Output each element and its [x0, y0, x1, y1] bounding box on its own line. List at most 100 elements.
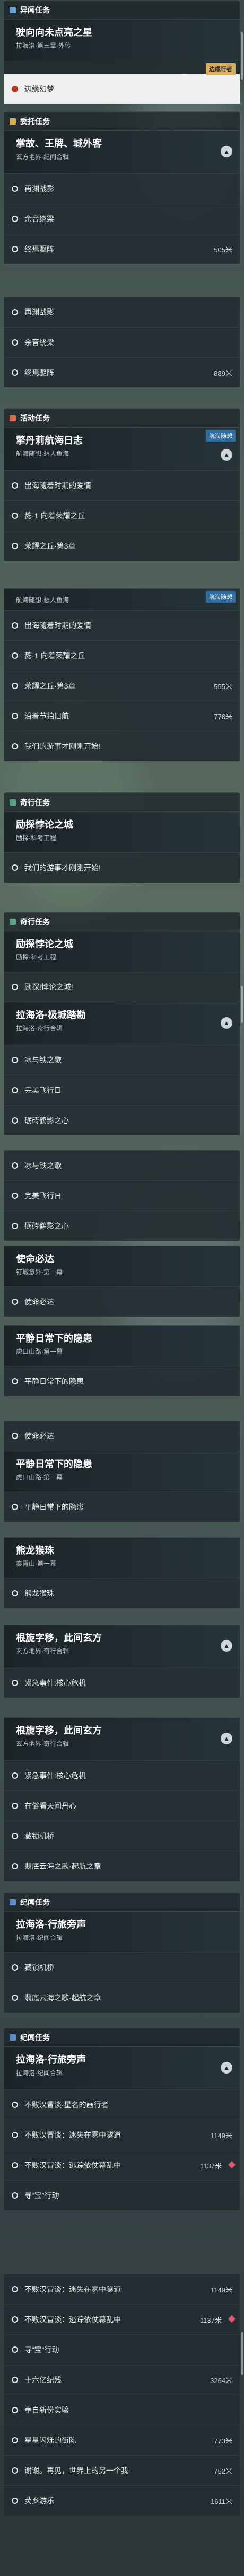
section-title: 奇行任务	[20, 918, 50, 926]
quest-group: 熊龙猴珠 秦青山·第一幕 熊龙猴珠	[4, 1537, 240, 1608]
quest-card[interactable]: 掌故、王牌、城外客 玄方地界·纪闻合辑 ▲	[4, 130, 240, 173]
objective-row[interactable]: 不败汉冒谈：逃踪依仗幕乱中 1137米	[4, 2304, 240, 2334]
objective-row[interactable]: 紧急事件:核心危机	[4, 1760, 240, 1790]
quest-card[interactable]: 使命必达 钉城意外·第一幕	[4, 1246, 240, 1286]
objective-dot-icon	[12, 2437, 18, 2443]
objective-row[interactable]: 紧急事件:核心危机	[4, 1668, 240, 1698]
objective-label: 砺砖鹤影之心	[24, 1116, 69, 1125]
objective-row[interactable]: 谢谢。再见，世界上的另一个我 752米	[4, 2455, 240, 2485]
objective-row[interactable]: 不败汉冒谈：迷失在雾中隧道 1149米	[4, 2274, 240, 2304]
objective-row[interactable]: 冰与铁之歌	[4, 1045, 240, 1075]
objective-distance: 1149米	[211, 2286, 232, 2294]
objective-row[interactable]: 荣耀之丘·第3章 555米	[4, 671, 240, 701]
section-chronicle-quests-expanded: 纪闻任务 拉海洛·行旅旁声 拉海洛·纪闻合辑 ▲ 不败汉冒谈·星名的画行者 不败…	[4, 2027, 240, 2210]
quest-card[interactable]: 熊龙猴珠 秦青山·第一幕	[4, 1537, 240, 1578]
quest-card[interactable]: 擎丹莉航海日志 航海随想·愁人鱼海 航海随想 ▲	[4, 427, 240, 470]
quest-card[interactable]: 平静日常下的隐患 虎口山路·第一幕	[4, 1451, 240, 1492]
objective-list: 航海随想·愁人鱼海 航海随想 出海随着时期的爱情 懿·1 向着荣耀之丘 荣耀之丘…	[4, 588, 240, 761]
objective-distance: 505米	[214, 245, 232, 254]
collapse-chevron-icon[interactable]: ▲	[221, 1017, 232, 1029]
quest-card[interactable]: 根旋字移，此间玄方 玄方地界·奇行合辑 ▲	[4, 1625, 240, 1668]
objective-row[interactable]: 我们的游事才刚刚开始!	[4, 731, 240, 761]
scrollbar[interactable]	[241, 2332, 243, 2375]
quest-group: 平静日常下的隐患 虎口山路·第一幕 平静日常下的隐患	[4, 1325, 240, 1396]
objective-row[interactable]: 翡底云海之歌·起航之章	[4, 1982, 240, 2013]
objective-dot-icon	[12, 86, 18, 92]
quest-subtitle: 航海随想·愁人鱼海	[16, 596, 69, 604]
objective-row[interactable]: 藏锁机桥	[4, 1821, 240, 1851]
objective-dot-icon	[12, 713, 18, 719]
objective-row[interactable]: 藏锁机桥	[4, 1952, 240, 1982]
quest-card[interactable]: 励探悖论之城 励探·科考工程	[4, 811, 240, 852]
collapse-chevron-icon[interactable]: ▲	[221, 449, 232, 461]
objective-row[interactable]: 出海随着时期的爱情	[4, 470, 240, 500]
section-header: 纪闻任务	[4, 2027, 240, 2046]
collapse-chevron-icon[interactable]: ▲	[221, 146, 232, 157]
objective-row[interactable]: 熊龙猴珠	[4, 1578, 240, 1608]
objective-dot-icon	[12, 543, 18, 549]
objective-row[interactable]: 平静日常下的隐患	[4, 1492, 240, 1522]
objective-row[interactable]: 余音绕梁	[4, 327, 240, 357]
quest-card[interactable]: 航海随想·愁人鱼海 航海随想	[4, 588, 240, 610]
section-oddity-quests-expanded: 奇行任务 励探悖论之城 励探·科考工程 励探!悖论之城! 拉海洛·极城踏勘 拉海…	[4, 912, 240, 1135]
objective-row[interactable]: 不败汉冒谈·星名的画行者	[4, 2089, 240, 2120]
objective-row[interactable]: 荧乡游乐 1611米	[4, 2485, 240, 2516]
quest-card[interactable]: 根旋字移，此间玄方 玄方地界·奇行合辑 ▲	[4, 1717, 240, 1760]
objective-row[interactable]: 十六亿纪残 3264米	[4, 2365, 240, 2395]
objective-row[interactable]: 不败汉冒谈：逃踪依仗幕乱中 1137米	[4, 2150, 240, 2180]
section-title: 异闻任务	[20, 6, 50, 14]
objective-row[interactable]: 终焉驱阵 889米	[4, 357, 240, 387]
objective-label: 不败汉冒谈：逃踪依仗幕乱中	[24, 2161, 121, 2169]
objective-label: 沿着节拍旧航	[24, 712, 69, 720]
objective-row[interactable]: 砺砖鹤影之心	[4, 1105, 240, 1135]
objective-row[interactable]: 懿·1 向着荣耀之丘	[4, 640, 240, 671]
quest-card[interactable]: 平静日常下的隐患 虎口山路·第一幕	[4, 1325, 240, 1366]
collapse-chevron-icon[interactable]: ▲	[221, 1640, 232, 1652]
objective-row[interactable]: 边缘幻梦	[4, 74, 240, 104]
objective-row[interactable]: 寻“宝”行动	[4, 2180, 240, 2210]
diamond-marker-icon	[228, 2160, 236, 2169]
objective-row[interactable]: 沿着节拍旧航 776米	[4, 701, 240, 731]
objective-dot-icon	[12, 2192, 18, 2199]
quest-card[interactable]: 拉海洛·极城踏勘 拉海洛·奇行合辑 ▲	[4, 1002, 240, 1045]
objective-row[interactable]: 完美飞行日	[4, 1180, 240, 1211]
square-icon	[10, 2034, 16, 2041]
objective-row[interactable]: 懿·1 向着荣耀之丘	[4, 500, 240, 531]
objective-row[interactable]: 出海随着时期的爱情	[4, 610, 240, 640]
objective-label: 不败汉冒谈：迷失在雾中隧道	[24, 2131, 121, 2139]
quest-card[interactable]: 拉海洛·行旅旁声 拉海洛·纪闻合辑 ▲	[4, 2046, 240, 2089]
objective-row[interactable]: 完美飞行日	[4, 1075, 240, 1105]
objective-row[interactable]: 使命必达	[4, 1286, 240, 1317]
objective-row[interactable]: 余音绕梁	[4, 204, 240, 234]
collapse-chevron-icon[interactable]: ▲	[221, 2062, 232, 2074]
objective-row[interactable]: 平静日常下的隐患	[4, 1366, 240, 1396]
objective-row[interactable]: 再渊战影	[4, 297, 240, 327]
objective-row[interactable]: 寻“宝”行动	[4, 2334, 240, 2365]
objective-label: 冰与铁之歌	[24, 1056, 62, 1064]
objective-row[interactable]: 终焉驱阵 505米	[4, 234, 240, 264]
objective-row[interactable]: 星星闪烁的街陈 773米	[4, 2425, 240, 2455]
objective-row[interactable]: 砺砖鹤影之心	[4, 1211, 240, 1241]
objective-row[interactable]: 再渊战影	[4, 173, 240, 204]
objective-row[interactable]: 我们的游事才刚刚开始!	[4, 852, 240, 883]
objective-dot-icon	[12, 1680, 18, 1686]
objective-row[interactable]: 使命必达	[4, 1421, 240, 1451]
objective-label: 使命必达	[24, 1432, 54, 1440]
quest-card[interactable]: 驶向向未点亮之星 拉海洛·第三章·外传	[4, 19, 240, 61]
objective-distance: 555米	[214, 682, 232, 691]
section-header: 异闻任务	[4, 0, 240, 19]
quest-card[interactable]: 拉海洛·行旅旁声 拉海洛·纪闻合辑	[4, 1911, 240, 1952]
objective-row[interactable]: 奉自新份实验	[4, 2395, 240, 2425]
objective-label: 平静日常下的隐患	[24, 1377, 84, 1386]
objective-row[interactable]: 不败汉冒谈：迷失在雾中隧道 1149米	[4, 2120, 240, 2150]
scrollbar[interactable]	[241, 32, 243, 80]
objective-row[interactable]: 翡底云海之歌·起航之章	[4, 1851, 240, 1881]
square-icon	[10, 919, 16, 925]
objective-row[interactable]: 在俗看天间丹心	[4, 1790, 240, 1821]
objective-row[interactable]: 励探!悖论之城!	[4, 972, 240, 1002]
scrollbar[interactable]	[241, 986, 243, 1023]
quest-card[interactable]: 励探悖论之城 励探·科考工程	[4, 931, 240, 972]
collapse-chevron-icon[interactable]: ▲	[221, 1733, 232, 1744]
objective-row[interactable]: 冰与铁之歌	[4, 1150, 240, 1180]
objective-row[interactable]: 荣耀之丘·第3章	[4, 531, 240, 561]
